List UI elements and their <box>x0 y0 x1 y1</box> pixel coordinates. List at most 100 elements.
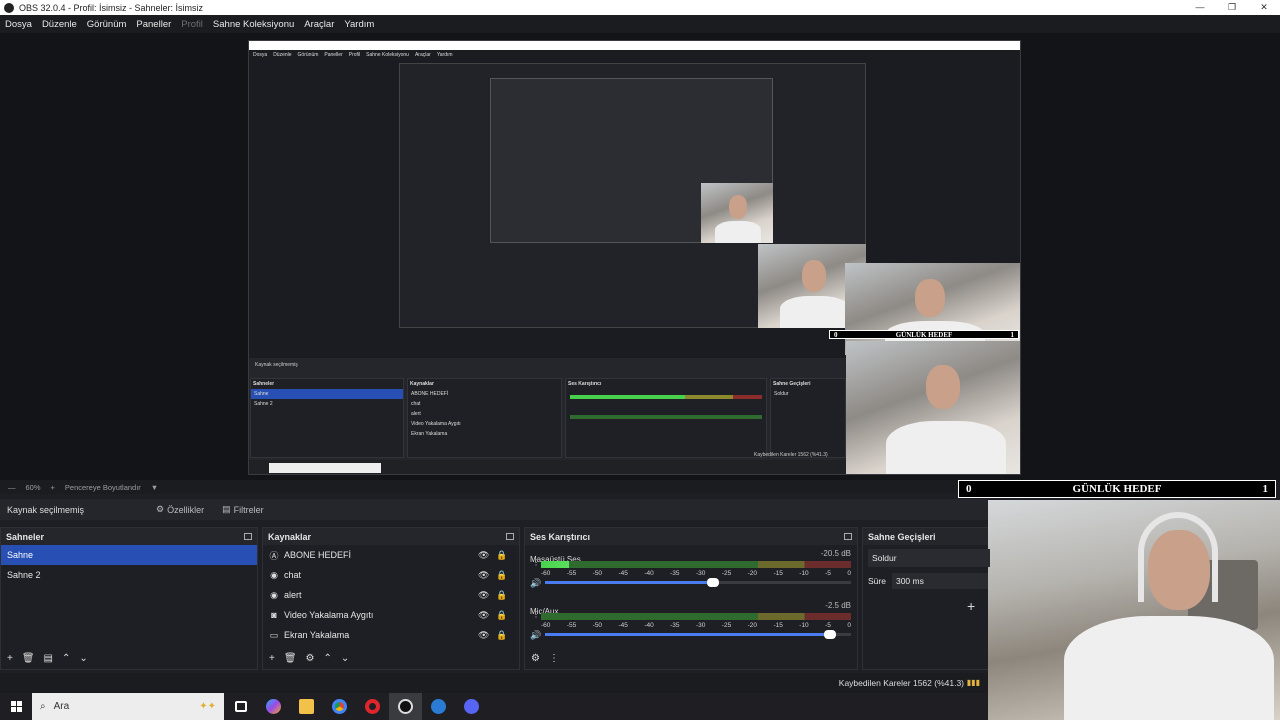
meter-ticks: -60 -55 -50 -45 -40 -35 -30 -25 -20 -15 -10 -5 0 <box>541 622 851 629</box>
menu-file[interactable]: Dosya <box>0 19 37 30</box>
move-up-icon[interactable]: ⌃ <box>324 653 332 664</box>
trash-icon[interactable]: 🗑 <box>22 653 35 664</box>
tick-label: -5 <box>825 570 831 577</box>
webcam-feed <box>988 500 1280 720</box>
transition-select[interactable]: Soldur <box>868 549 990 567</box>
chrome-icon[interactable] <box>323 693 356 720</box>
menu-view[interactable]: Görünüm <box>82 19 132 30</box>
title-bar: OBS 32.0.4 - Profil: İsimsiz - Sahneler:… <box>0 0 1280 15</box>
nested-webcam-main <box>846 341 1020 474</box>
scene-filters-icon[interactable]: ▤ <box>44 653 53 664</box>
goal-current: 0 <box>966 483 972 495</box>
tick-label: -50 <box>592 622 603 629</box>
menu-help[interactable]: Yardım <box>339 19 379 30</box>
gear-icon[interactable]: ⚙ <box>306 653 315 664</box>
advanced-audio-icon[interactable]: ⚙ <box>531 653 540 664</box>
obs-logo-icon <box>4 2 14 13</box>
add-source-button[interactable]: + <box>269 653 275 664</box>
menu-bar: Dosya Düzenle Görünüm Paneller Profil Sa… <box>0 15 1280 33</box>
source-item[interactable]: ◙ Video Yakalama Aygıtı 👁 🔒 <box>263 605 519 625</box>
lock-icon[interactable]: 🔒 <box>496 590 507 601</box>
channel-db: -20.5 dB <box>820 549 851 558</box>
transitions-title: Sahne Geçişleri <box>868 531 936 542</box>
gear-icon: ⚙ <box>156 504 165 514</box>
zoom-fit[interactable]: Pencereye Boyutlandır <box>65 483 141 492</box>
chevron-down-icon[interactable]: ▼ <box>151 483 158 492</box>
visibility-eye-icon[interactable]: 👁 <box>478 550 489 561</box>
text-icon: Ⓐ <box>269 550 279 561</box>
source-item[interactable]: ◉ chat 👁 🔒 <box>263 565 519 585</box>
close-button[interactable]: ✕ <box>1248 2 1280 13</box>
visibility-eye-icon[interactable]: 👁 <box>478 570 489 581</box>
source-item[interactable]: Ⓐ ABONE HEDEFİ 👁 🔒 <box>263 545 519 565</box>
menu-edit[interactable]: Düzenle <box>37 19 82 30</box>
volume-slider[interactable] <box>545 578 851 587</box>
mixer-menu-icon[interactable]: ⋮ <box>549 653 559 664</box>
visibility-eye-icon[interactable]: 👁 <box>478 610 489 621</box>
tick-label: -40 <box>644 570 654 577</box>
nested-goal-bar: 0 GÜNLÜK HEDEF 1 <box>829 330 1019 339</box>
nested-menu: Dosya Düzenle Görünüm Paneller Profil Sa… <box>249 50 1020 59</box>
add-transition-button[interactable]: + <box>967 598 975 614</box>
copilot-icon[interactable] <box>257 693 290 720</box>
scene-item[interactable]: Sahne <box>1 545 257 565</box>
taskbar-search[interactable]: ⌕ Ara ✦✦ <box>32 693 224 720</box>
duration-input[interactable]: 300 ms <box>891 573 988 589</box>
visibility-eye-icon[interactable]: 👁 <box>478 590 489 601</box>
speaker-icon[interactable]: 🔊 <box>530 630 541 641</box>
channel-menu-icon[interactable]: ⋮ <box>532 611 540 619</box>
lock-icon[interactable]: 🔒 <box>496 570 507 581</box>
tick-label: -25 <box>721 622 732 629</box>
lock-icon[interactable]: 🔒 <box>496 550 507 561</box>
tick-label: -35 <box>670 622 680 629</box>
tick-label: -10 <box>799 570 809 577</box>
tick-label: 0 <box>847 622 851 629</box>
sources-title: Kaynaklar <box>268 531 312 542</box>
tick-label: -15 <box>773 622 783 629</box>
menu-scene-collection[interactable]: Sahne Koleksiyonu <box>208 19 299 30</box>
visibility-eye-icon[interactable]: 👁 <box>478 630 489 641</box>
discord-icon[interactable] <box>455 693 488 720</box>
maximize-button[interactable]: ❐ <box>1216 2 1248 13</box>
source-item[interactable]: ▭ Ekran Yakalama 👁 🔒 <box>263 625 519 645</box>
volume-knob[interactable] <box>707 578 720 587</box>
task-view-icon[interactable] <box>224 693 257 720</box>
browser-icon: ◉ <box>270 569 278 580</box>
mixer-channel: Mic/Aux -2.5 dB ⋮ -60 -55 -50 -45 -40 -35 -30 -25-… <box>525 597 857 649</box>
tick-label: -40 <box>644 622 654 629</box>
tick-label: -35 <box>670 570 680 577</box>
lock-icon[interactable]: 🔒 <box>496 610 507 621</box>
tick-label: -15 <box>773 570 783 577</box>
start-button[interactable] <box>0 693 32 720</box>
source-item[interactable]: ◉ alert 👁 🔒 <box>263 585 519 605</box>
signal-icon: ▮▮▮ <box>966 678 980 687</box>
steam-icon[interactable] <box>422 693 455 720</box>
trash-icon[interactable]: 🗑 <box>284 653 297 664</box>
menu-docks[interactable]: Paneller <box>131 19 176 30</box>
zoom-level[interactable]: 60% <box>26 483 41 492</box>
properties-button[interactable]: ⚙ Özellikler <box>150 501 210 518</box>
move-down-icon[interactable]: ⌄ <box>79 653 87 664</box>
filters-button[interactable]: ▤ Filtreler <box>216 501 270 518</box>
volume-slider[interactable] <box>545 630 851 639</box>
minimize-button[interactable]: — <box>1184 2 1216 13</box>
menu-profile[interactable]: Profil <box>176 19 208 30</box>
file-explorer-icon[interactable] <box>290 693 323 720</box>
dock-float-icon[interactable] <box>844 533 852 540</box>
move-up-icon[interactable]: ⌃ <box>62 653 70 664</box>
scene-item[interactable]: Sahne 2 <box>1 565 257 585</box>
dock-float-icon[interactable] <box>244 533 252 540</box>
transitions-dock: Sahne Geçişleri Soldur Süre 300 ms + <box>862 527 990 670</box>
obs-taskbar-icon[interactable] <box>389 693 422 720</box>
tick-label: -25 <box>721 570 732 577</box>
speaker-icon[interactable]: 🔊 <box>530 578 541 589</box>
channel-menu-icon[interactable]: ⋮ <box>532 559 540 567</box>
dock-float-icon[interactable] <box>506 533 514 540</box>
add-scene-button[interactable]: + <box>7 653 13 664</box>
opera-icon[interactable] <box>356 693 389 720</box>
move-down-icon[interactable]: ⌄ <box>341 653 349 664</box>
volume-knob[interactable] <box>823 630 836 639</box>
tick-label: -20 <box>747 570 758 577</box>
lock-icon[interactable]: 🔒 <box>496 630 507 641</box>
menu-tools[interactable]: Araçlar <box>299 19 339 30</box>
